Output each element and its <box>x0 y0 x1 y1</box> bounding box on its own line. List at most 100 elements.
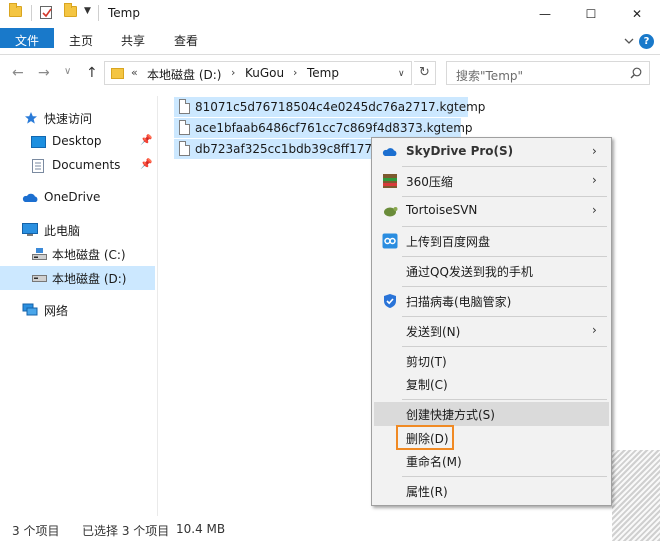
menu-separator <box>402 316 607 317</box>
tab-share[interactable]: 共享 <box>112 28 154 55</box>
sidebar-item-label: 本地磁盘 (C:) <box>52 248 126 262</box>
file-icon <box>179 141 190 156</box>
file-icon <box>179 99 190 114</box>
tab-view[interactable]: 查看 <box>164 28 208 55</box>
up-button[interactable]: ↑ <box>86 65 98 81</box>
sidebar-item-label: Documents <box>52 158 121 172</box>
context-menu: SkyDrive Pro(S) › 360压缩 › TortoiseSVN › … <box>371 137 612 506</box>
file-name: 81071c5d76718504c4e0245dc76a2717.kgtemp <box>195 100 486 114</box>
documents-icon <box>32 159 44 173</box>
search-box[interactable]: 搜索"Temp" <box>446 61 650 85</box>
minimize-button[interactable]: — <box>522 0 568 28</box>
status-bar: 3 个项目 已选择 3 个项目 10.4 MB <box>0 518 660 541</box>
pin-icon[interactable]: 📌 <box>140 135 152 146</box>
file-item[interactable]: ace1bfaab6486cf761cc7c869f4d8373.kgtemp <box>174 118 473 138</box>
tortoisesvn-icon <box>384 207 398 217</box>
breadcrumb-separator[interactable]: › <box>293 66 297 79</box>
maximize-button[interactable]: ☐ <box>568 0 614 28</box>
file-name: ace1bfaab6486cf761cc7c869f4d8373.kgtemp <box>195 121 473 135</box>
sidebar-item-drive-c[interactable]: 本地磁盘 (C:) <box>0 242 155 266</box>
menu-item-properties[interactable]: 属性(R) <box>374 479 609 503</box>
selection-size: 10.4 MB <box>176 522 226 536</box>
breadcrumb-overflow[interactable]: « <box>131 66 138 79</box>
refresh-button[interactable]: ↻ <box>414 61 436 85</box>
selection-count: 已选择 3 个项目 <box>82 524 170 538</box>
expand-ribbon-icon[interactable] <box>624 36 634 46</box>
menu-item-send-to[interactable]: 发送到(N) › <box>374 319 609 343</box>
file-item[interactable]: 81071c5d76718504c4e0245dc76a2717.kgtemp <box>174 97 485 117</box>
tab-file[interactable]: 文件 <box>0 28 54 48</box>
sidebar-item-label: 本地磁盘 (D:) <box>52 272 127 286</box>
file-item[interactable]: db723af325cc1bdb39c8ff177c <box>174 139 379 159</box>
menu-separator <box>402 399 607 400</box>
menu-item-copy[interactable]: 复制(C) <box>374 372 609 396</box>
sidebar-item-onedrive[interactable]: OneDrive <box>0 186 155 210</box>
menu-item-360-compress[interactable]: 360压缩 › <box>374 169 609 193</box>
drive-icon <box>32 248 47 260</box>
menu-item-label: 通过QQ发送到我的手机 <box>406 265 533 279</box>
menu-item-label: 360压缩 <box>406 175 453 189</box>
new-folder-icon[interactable] <box>64 3 77 17</box>
pin-icon[interactable]: 📌 <box>140 159 152 170</box>
folder-icon <box>9 3 22 17</box>
sidebar-item-quick-access[interactable]: 快速访问 <box>0 106 155 130</box>
breadcrumb-drive-d[interactable]: 本地磁盘 (D:) <box>147 66 221 83</box>
menu-separator <box>402 346 607 347</box>
tab-home[interactable]: 主页 <box>60 28 102 55</box>
menu-item-tortoisesvn[interactable]: TortoiseSVN › <box>374 199 609 223</box>
menu-item-upload-baidu[interactable]: 上传到百度网盘 <box>374 229 609 253</box>
menu-item-label: 属性(R) <box>406 485 448 499</box>
menu-separator <box>402 166 607 167</box>
file-icon <box>179 120 190 135</box>
menu-item-label: 剪切(T) <box>406 355 447 369</box>
item-count: 3 个项目 <box>12 524 60 538</box>
breadcrumb-kugou[interactable]: KuGou <box>245 66 284 80</box>
sidebar-item-documents[interactable]: Documents 📌 <box>0 154 155 178</box>
menu-separator <box>402 256 607 257</box>
menu-item-skydrive-pro[interactable]: SkyDrive Pro(S) › <box>374 140 609 164</box>
sidebar-item-drive-d[interactable]: 本地磁盘 (D:) <box>0 266 155 290</box>
sidebar-item-label: 此电脑 <box>44 224 81 238</box>
menu-item-label: SkyDrive Pro(S) <box>406 144 514 158</box>
recent-locations-button[interactable]: ∨ <box>64 66 71 77</box>
menu-item-send-qq[interactable]: 通过QQ发送到我的手机 <box>374 259 609 283</box>
breadcrumb-separator[interactable]: › <box>231 66 235 79</box>
back-button[interactable]: ← <box>12 65 24 81</box>
shield-icon <box>384 294 396 308</box>
sidebar-item-desktop[interactable]: Desktop 📌 <box>0 130 155 154</box>
submenu-arrow-icon: › <box>592 203 597 217</box>
sidebar-item-label: OneDrive <box>44 190 101 204</box>
network-icon <box>22 303 38 316</box>
menu-item-label: 创建快捷方式(S) <box>406 408 495 422</box>
menu-item-label: 复制(C) <box>406 378 448 392</box>
close-button[interactable]: ✕ <box>614 0 660 28</box>
sidebar-item-label: 网络 <box>44 304 69 318</box>
menu-item-rename[interactable]: 重命名(M) <box>374 449 609 473</box>
menu-item-cut[interactable]: 剪切(T) <box>374 349 609 373</box>
ribbon-tabs: 文件 主页 共享 查看 ? <box>0 28 660 55</box>
window-title: Temp <box>108 6 140 20</box>
search-icon <box>630 67 642 79</box>
menu-item-label: 重命名(M) <box>406 455 462 469</box>
menu-separator <box>402 196 607 197</box>
menu-separator <box>402 476 607 477</box>
breadcrumb-temp[interactable]: Temp <box>307 66 339 80</box>
address-bar[interactable]: « 本地磁盘 (D:) › KuGou › Temp <box>104 61 412 85</box>
customize-toolbar-icon[interactable]: ▼ <box>84 6 91 16</box>
menu-item-scan-virus[interactable]: 扫描病毒(电脑管家) <box>374 289 609 313</box>
help-icon[interactable]: ? <box>639 34 654 49</box>
menu-separator <box>402 226 607 227</box>
menu-item-label: 发送到(N) <box>406 325 461 339</box>
archive-360-icon <box>383 174 397 188</box>
forward-button[interactable]: → <box>38 65 50 81</box>
properties-icon[interactable] <box>40 6 52 19</box>
menu-separator <box>402 286 607 287</box>
address-dropdown-icon[interactable]: ∨ <box>398 69 405 79</box>
baidu-pan-icon <box>382 233 398 249</box>
desktop-icon <box>31 136 46 148</box>
sidebar-item-this-pc[interactable]: 此电脑 <box>0 218 155 242</box>
menu-item-create-shortcut[interactable]: 创建快捷方式(S) <box>374 402 609 426</box>
title-bar: ▼ Temp — ☐ ✕ <box>0 0 660 28</box>
sidebar-item-network[interactable]: 网络 <box>0 298 155 322</box>
onedrive-icon <box>22 193 38 202</box>
